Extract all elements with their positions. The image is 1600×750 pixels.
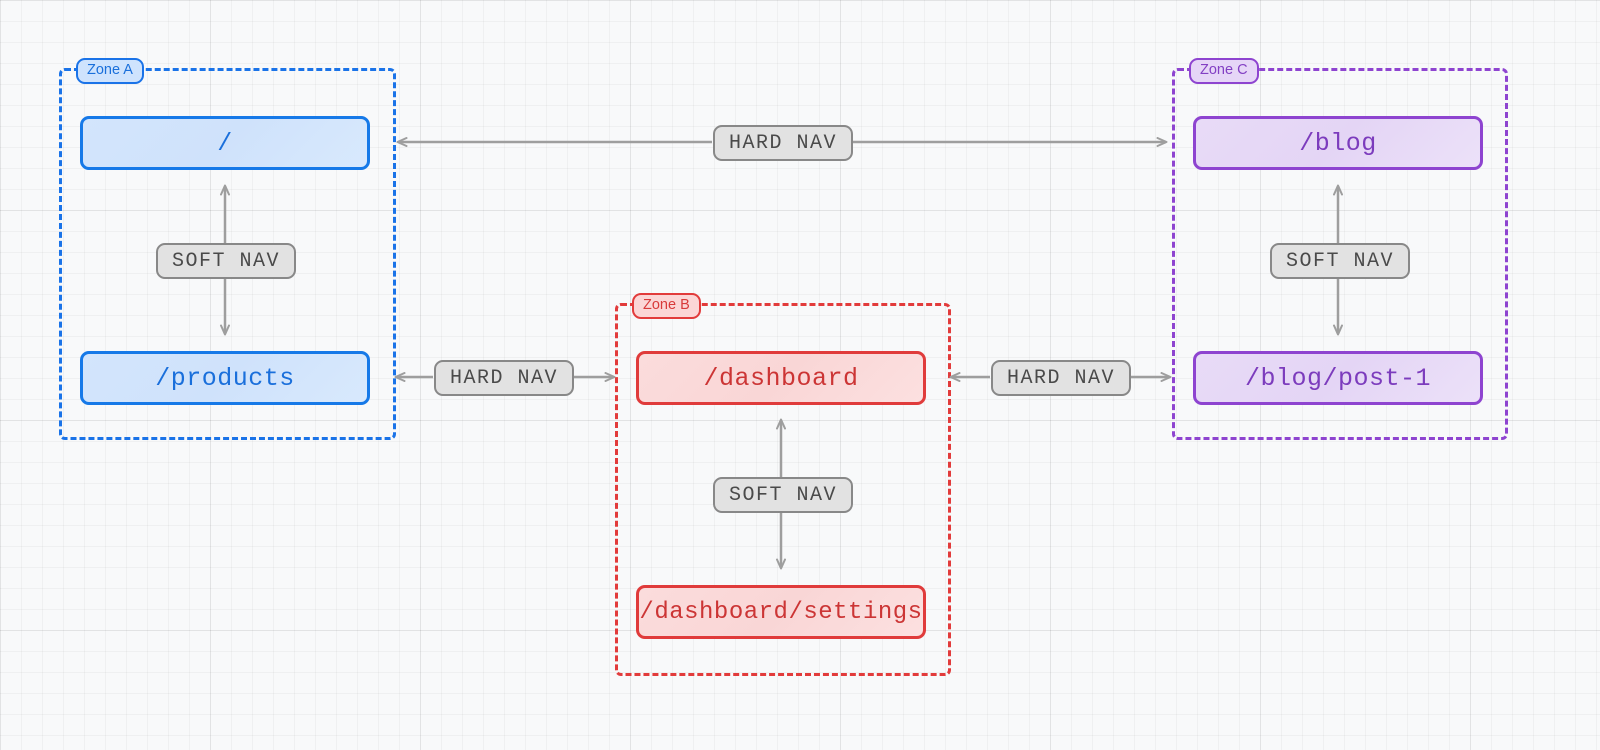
node-products[interactable]: /products [80,351,370,405]
node-root[interactable]: / [80,116,370,170]
node-dashboard-label: /dashboard [703,363,859,393]
node-dashboard-settings[interactable]: /dashboard/settings [636,585,926,639]
node-blog-label: /blog [1299,128,1377,158]
edge-label-hard-nav-top[interactable]: HARD NAV [713,125,854,161]
node-products-label: /products [155,363,295,393]
node-dashboard[interactable]: /dashboard [636,351,926,405]
node-blog-post-1-label: /blog/post-1 [1244,363,1432,393]
edge-label-hard-nav-left-text: HARD NAV [450,366,559,390]
zone-b-label: Zone B [632,293,701,319]
edge-label-soft-nav-c[interactable]: SOFT NAV [1270,243,1411,279]
edge-label-hard-nav-top-text: HARD NAV [729,131,838,155]
edge-label-hard-nav-left[interactable]: HARD NAV [434,360,575,396]
zone-a-label: Zone A [76,58,144,84]
edge-label-soft-nav-b-text: SOFT NAV [729,483,838,507]
edge-label-hard-nav-right-text: HARD NAV [1007,366,1116,390]
edge-label-soft-nav-a[interactable]: SOFT NAV [156,243,297,279]
edge-label-soft-nav-b[interactable]: SOFT NAV [713,477,854,513]
node-root-label: / [217,128,233,158]
edge-label-hard-nav-right[interactable]: HARD NAV [991,360,1132,396]
node-dashboard-settings-label: /dashboard/settings [639,598,923,626]
zone-c-label: Zone C [1189,58,1259,84]
node-blog-post-1[interactable]: /blog/post-1 [1193,351,1483,405]
edge-label-soft-nav-a-text: SOFT NAV [172,249,281,273]
edge-label-soft-nav-c-text: SOFT NAV [1286,249,1395,273]
diagram-canvas: Zone A / /products Zone B /dashboard /da… [0,0,1600,750]
node-blog[interactable]: /blog [1193,116,1483,170]
